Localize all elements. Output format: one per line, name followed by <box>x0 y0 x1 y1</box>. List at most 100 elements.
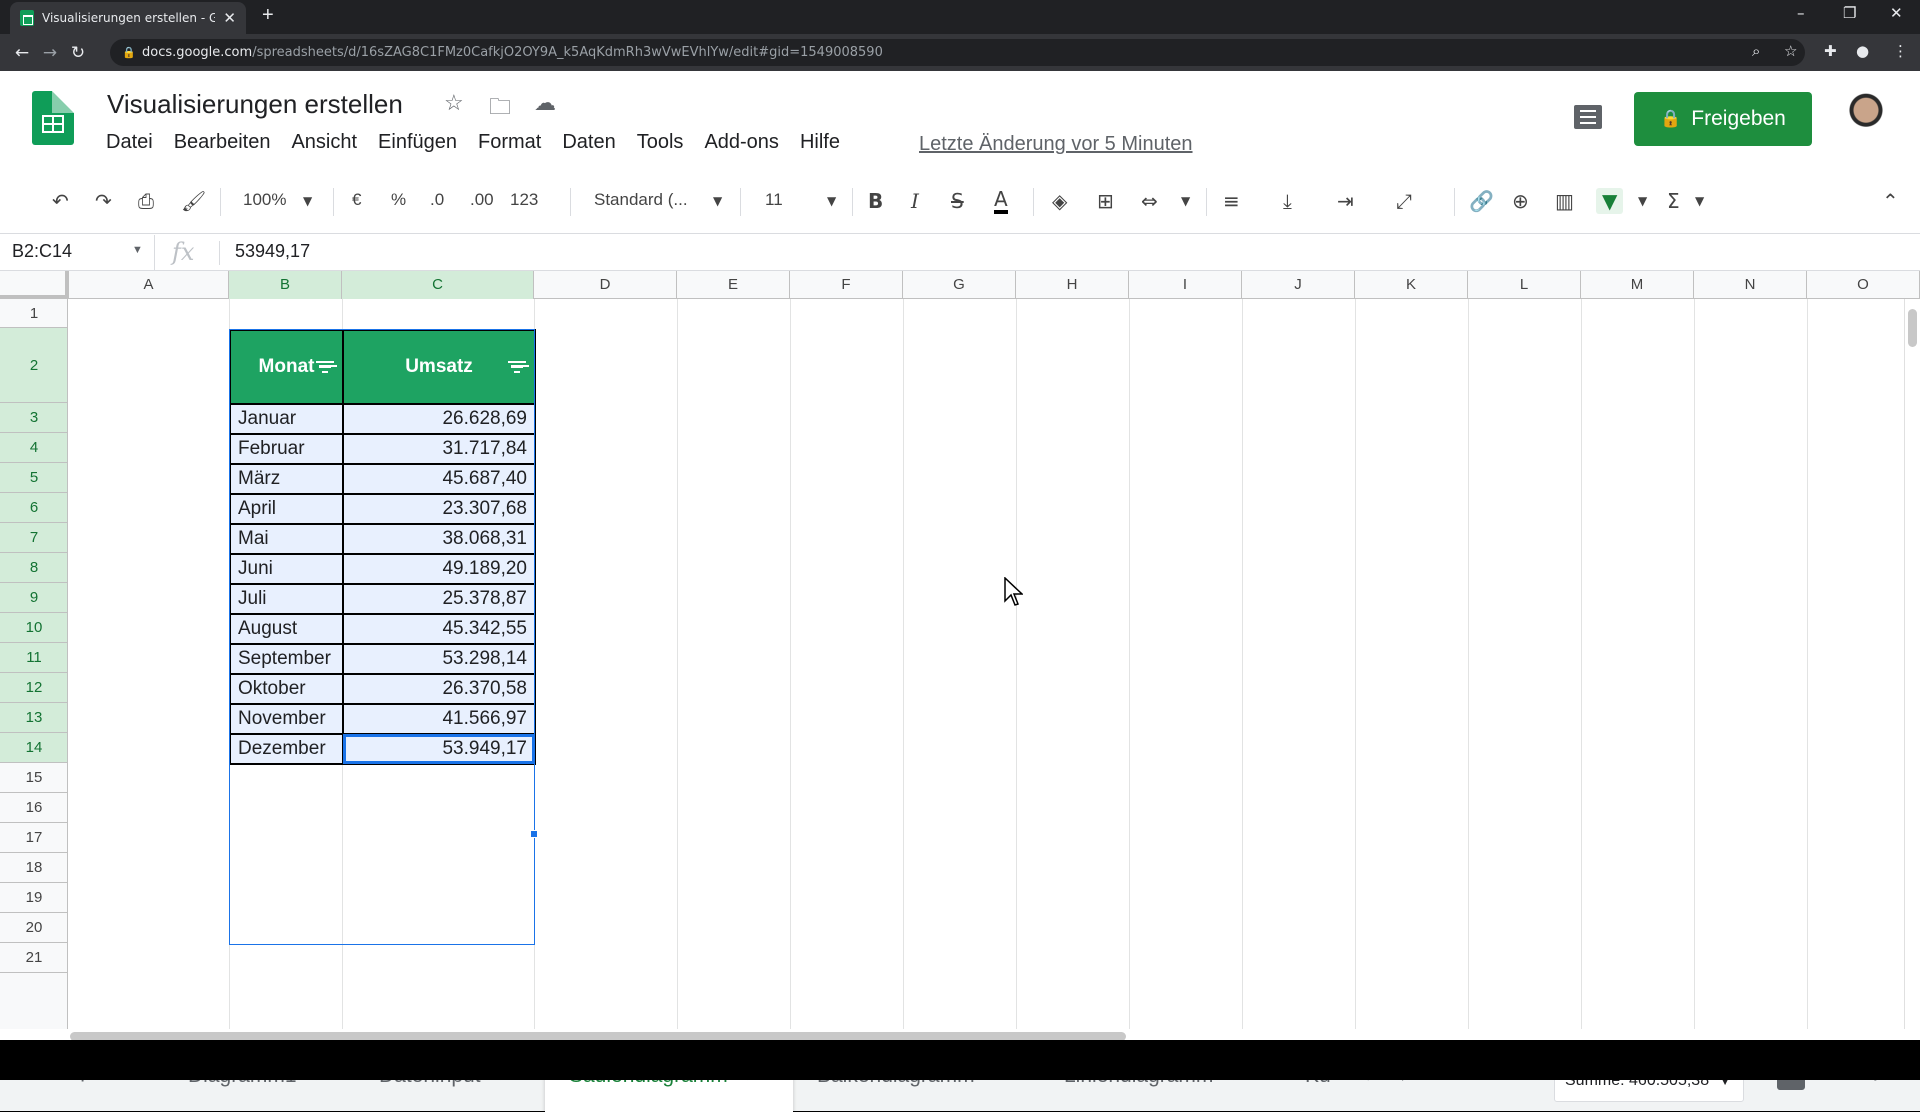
row-header-10[interactable]: 10 <box>0 613 67 643</box>
insert-chart-icon[interactable]: ▥ <box>1555 188 1574 214</box>
paint-format-icon[interactable]: 🖌 <box>181 188 206 214</box>
menu-format[interactable]: Format <box>478 131 541 154</box>
menu-einfuegen[interactable]: Einfügen <box>378 131 457 154</box>
column-header-a[interactable]: A <box>69 271 229 299</box>
undo-icon[interactable]: ↶ <box>52 188 69 214</box>
column-header-f[interactable]: F <box>790 271 903 299</box>
menu-hilfe[interactable]: Hilfe <box>800 131 840 154</box>
formula-input[interactable]: 53949,17 <box>235 241 310 262</box>
sheets-logo-icon[interactable] <box>32 91 74 145</box>
menu-addons[interactable]: Add-ons <box>704 131 779 154</box>
text-rotation-icon[interactable]: ⤢ <box>1396 188 1412 214</box>
new-tab-icon[interactable]: + <box>262 4 274 27</box>
vertical-scrollbar[interactable] <box>1904 299 1920 1043</box>
browser-menu-icon[interactable]: ⋮ <box>1893 42 1908 60</box>
column-header-k[interactable]: K <box>1355 271 1468 299</box>
bold-icon[interactable]: B <box>868 188 883 214</box>
functions-caret-icon[interactable]: ▼ <box>1695 188 1704 214</box>
minimize-icon[interactable]: – <box>1797 4 1805 22</box>
align-vertical-icon[interactable]: ⤓ <box>1283 188 1292 214</box>
zoom-caret-icon[interactable]: ▼ <box>303 188 312 214</box>
more-formats-button[interactable]: 123 <box>510 190 538 210</box>
merge-caret-icon[interactable]: ▼ <box>1181 188 1190 214</box>
name-box-caret-icon[interactable]: ▼ <box>132 244 143 256</box>
merge-cells-icon[interactable]: ⇔ <box>1141 188 1158 214</box>
functions-icon[interactable]: Σ <box>1667 188 1680 214</box>
row-header-3[interactable]: 3 <box>0 403 67 433</box>
column-header-b[interactable]: B <box>229 271 342 299</box>
filter-caret-icon[interactable]: ▼ <box>1638 188 1647 214</box>
currency-format-button[interactable]: € <box>352 190 361 210</box>
column-header-c[interactable]: C <box>342 271 534 299</box>
column-header-i[interactable]: I <box>1129 271 1242 299</box>
row-header-11[interactable]: 11 <box>0 643 67 673</box>
row-header-4[interactable]: 4 <box>0 433 67 463</box>
column-header-e[interactable]: E <box>677 271 790 299</box>
forward-icon[interactable]: → <box>36 43 64 63</box>
fill-color-icon[interactable]: ◈ <box>1052 188 1067 214</box>
bookmark-star-icon[interactable]: ☆ <box>1784 42 1797 60</box>
close-window-icon[interactable]: ✕ <box>1890 4 1903 22</box>
back-icon[interactable]: ← <box>8 43 36 63</box>
row-header-13[interactable]: 13 <box>0 703 67 733</box>
column-header-n[interactable]: N <box>1694 271 1807 299</box>
document-title[interactable]: Visualisierungen erstellen <box>107 89 403 120</box>
column-header-l[interactable]: L <box>1468 271 1581 299</box>
restore-icon[interactable]: ❐ <box>1843 4 1856 22</box>
vertical-scroll-thumb[interactable] <box>1908 309 1917 347</box>
insert-comment-icon[interactable]: ⊕ <box>1512 188 1529 214</box>
menu-tools[interactable]: Tools <box>637 131 684 154</box>
cell-grid[interactable]: Monat Umsatz Januar 26.628,69 Februar 31.7… <box>69 299 1904 1043</box>
name-box[interactable]: B2:C14 <box>12 241 72 262</box>
text-wrap-icon[interactable]: ⇥ <box>1337 188 1354 214</box>
browser-tab[interactable]: Visualisierungen erstellen - Goog ✕ <box>10 2 246 34</box>
row-header-5[interactable]: 5 <box>0 463 67 493</box>
close-tab-icon[interactable]: ✕ <box>223 9 236 27</box>
column-header-o[interactable]: O <box>1807 271 1920 299</box>
row-header-2[interactable]: 2 <box>0 328 67 403</box>
font-select[interactable]: Standard (... <box>594 190 688 210</box>
decrease-decimal-button[interactable]: .0 <box>430 190 444 210</box>
last-edit-link[interactable]: Letzte Änderung vor 5 Minuten <box>919 133 1193 156</box>
italic-icon[interactable]: I <box>911 188 919 214</box>
zoom-select[interactable]: 100% <box>243 190 286 210</box>
row-header-19[interactable]: 19 <box>0 883 67 913</box>
row-header-20[interactable]: 20 <box>0 913 67 943</box>
column-header-h[interactable]: H <box>1016 271 1129 299</box>
select-all-corner[interactable] <box>0 271 69 299</box>
borders-icon[interactable]: ⊞ <box>1097 188 1114 214</box>
reload-icon[interactable]: ↻ <box>64 43 92 63</box>
collapse-menus-icon[interactable]: ⌃ <box>1882 188 1899 214</box>
row-header-9[interactable]: 9 <box>0 583 67 613</box>
column-header-g[interactable]: G <box>903 271 1016 299</box>
print-icon[interactable]: ⎙ <box>138 188 154 214</box>
insert-link-icon[interactable]: 🔗 <box>1469 188 1494 214</box>
percent-format-button[interactable]: % <box>391 190 406 210</box>
move-folder-icon[interactable]: 🗀 <box>489 90 511 128</box>
row-header-21[interactable]: 21 <box>0 943 67 973</box>
font-caret-icon[interactable]: ▼ <box>713 188 722 214</box>
fill-handle[interactable] <box>530 830 538 838</box>
star-icon[interactable]: ☆ <box>444 90 464 116</box>
font-size-select[interactable]: 11 <box>765 190 783 210</box>
row-header-1[interactable]: 1 <box>0 299 67 328</box>
menu-bearbeiten[interactable]: Bearbeiten <box>174 131 271 154</box>
align-horizontal-icon[interactable]: ≡ <box>1223 188 1240 214</box>
url-field[interactable]: 🔒 docs.google.com/spreadsheets/d/16sZAG8C… <box>110 39 1805 66</box>
strikethrough-icon[interactable]: S <box>951 188 964 214</box>
text-color-icon[interactable]: A <box>994 188 1008 214</box>
column-header-j[interactable]: J <box>1242 271 1355 299</box>
filter-icon[interactable]: ▼ <box>1596 188 1624 214</box>
share-button[interactable]: 🔒 Freigeben <box>1634 92 1812 146</box>
menu-datei[interactable]: Datei <box>106 131 153 154</box>
column-header-d[interactable]: D <box>534 271 677 299</box>
account-avatar[interactable] <box>1842 92 1890 144</box>
row-header-7[interactable]: 7 <box>0 523 67 553</box>
redo-icon[interactable]: ↷ <box>95 188 112 214</box>
extensions-icon[interactable]: ✚ <box>1824 42 1837 60</box>
menu-daten[interactable]: Daten <box>562 131 615 154</box>
profile-icon[interactable]: ● <box>1856 42 1869 60</box>
row-header-16[interactable]: 16 <box>0 793 67 823</box>
row-header-6[interactable]: 6 <box>0 493 67 523</box>
row-header-8[interactable]: 8 <box>0 553 67 583</box>
